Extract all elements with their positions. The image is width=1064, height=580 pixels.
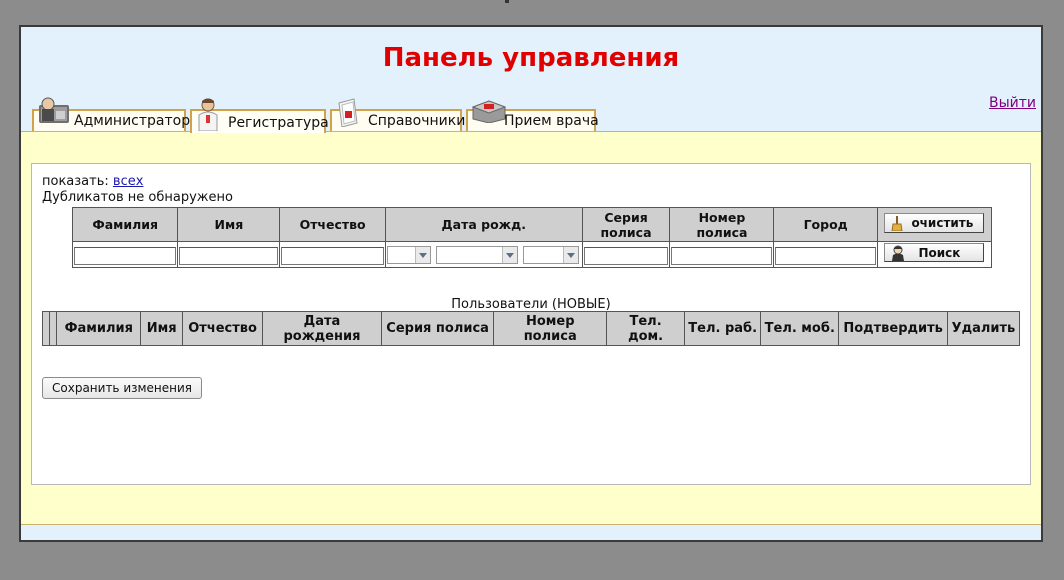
clear-button-label: очистить	[911, 216, 974, 230]
app-window: Панель управления Выйти Администратор Ре…	[19, 25, 1043, 542]
search-table: Фамилия Имя Отчество Дата рожд. Серия по…	[71, 207, 993, 268]
chevron-down-icon	[501, 247, 517, 264]
column-header-select	[41, 311, 51, 346]
clear-button[interactable]: очистить	[884, 213, 985, 235]
birth-year-select[interactable]	[523, 246, 580, 265]
column-header-phone-mobile: Тел. моб.	[760, 311, 840, 346]
tab-label: Администратор	[74, 113, 191, 129]
users-table: Фамилия Имя Отчество Дата рождения Серия…	[41, 311, 1021, 346]
tab-doctor-appointment[interactable]: Прием врача	[466, 100, 599, 131]
search-table-header: Фамилия Имя Отчество Дата рожд. Серия по…	[71, 207, 993, 242]
birth-month-select[interactable]	[435, 246, 518, 265]
doctor-appointment-icon	[471, 97, 507, 127]
directory-icon	[336, 97, 360, 131]
tab-label: Справочники	[368, 113, 466, 129]
column-header-policy-series: Серия полиса	[380, 311, 495, 346]
doctor-icon	[196, 97, 220, 135]
column-header-name: Имя	[140, 311, 183, 346]
column-header-policy-number: Номер полиса	[669, 207, 775, 242]
content-area: показать: всех Дубликатов не обнаружено …	[21, 131, 1041, 525]
save-changes-button[interactable]: Сохранить изменения	[42, 377, 203, 399]
tab-administrator[interactable]: Администратор	[32, 97, 190, 131]
search-button[interactable]: Поиск	[884, 243, 985, 264]
tab-label: Регистратура	[228, 115, 329, 131]
column-header-policy-series: Серия полиса	[581, 207, 671, 242]
policy-series-input[interactable]	[583, 246, 669, 265]
column-header-patronymic: Отчество	[279, 207, 386, 242]
column-header-city: Город	[773, 207, 878, 242]
column-header-delete: Удалить	[946, 311, 1021, 346]
show-filter: показать: всех	[42, 174, 143, 189]
person-search-icon	[891, 245, 905, 264]
column-header-patronymic: Отчество	[181, 311, 264, 346]
policy-number-input[interactable]	[671, 246, 773, 265]
search-input-row: Поиск	[71, 241, 993, 268]
logout-link[interactable]: Выйти	[989, 95, 1036, 111]
surname-input[interactable]	[74, 246, 177, 265]
column-header-phone-work: Тел. раб.	[684, 311, 762, 346]
top-marker	[505, 0, 509, 3]
birth-day-select[interactable]	[386, 246, 431, 265]
administrator-icon	[38, 97, 70, 127]
chevron-down-icon	[563, 247, 579, 264]
tab-registry[interactable]: Регистратура	[190, 98, 329, 133]
users-table-caption: Пользователи (НОВЫЕ)	[451, 297, 611, 312]
users-table-header: Фамилия Имя Отчество Дата рождения Серия…	[41, 311, 1021, 346]
column-header-policy-number: Номер полиса	[493, 311, 608, 346]
column-header-name: Имя	[177, 207, 281, 242]
tab-label: Прием врача	[504, 113, 599, 129]
patronymic-input[interactable]	[281, 246, 384, 265]
column-header-index	[49, 311, 58, 346]
duplicates-message: Дубликатов не обнаружено	[42, 190, 233, 205]
clear-cell: очистить	[876, 207, 993, 242]
column-header-phone-home: Тел. дом.	[606, 311, 686, 346]
city-input[interactable]	[775, 246, 876, 265]
broom-icon	[891, 216, 904, 235]
column-header-birth-date: Дата рожд.	[384, 207, 583, 242]
search-button-label: Поиск	[918, 246, 961, 260]
page-title: Панель управления	[382, 43, 680, 73]
show-label: показать:	[42, 174, 109, 189]
column-header-confirm: Подтвердить	[838, 311, 948, 346]
show-all-link[interactable]: всех	[113, 174, 144, 189]
registry-panel: показать: всех Дубликатов не обнаружено …	[31, 163, 1031, 485]
tab-directories[interactable]: Справочники	[330, 98, 466, 131]
column-header-surname: Фамилия	[56, 311, 142, 346]
chevron-down-icon	[414, 247, 430, 264]
column-header-birth-date: Дата рождения	[262, 311, 382, 346]
column-header-surname: Фамилия	[71, 207, 179, 242]
name-input[interactable]	[179, 246, 279, 265]
